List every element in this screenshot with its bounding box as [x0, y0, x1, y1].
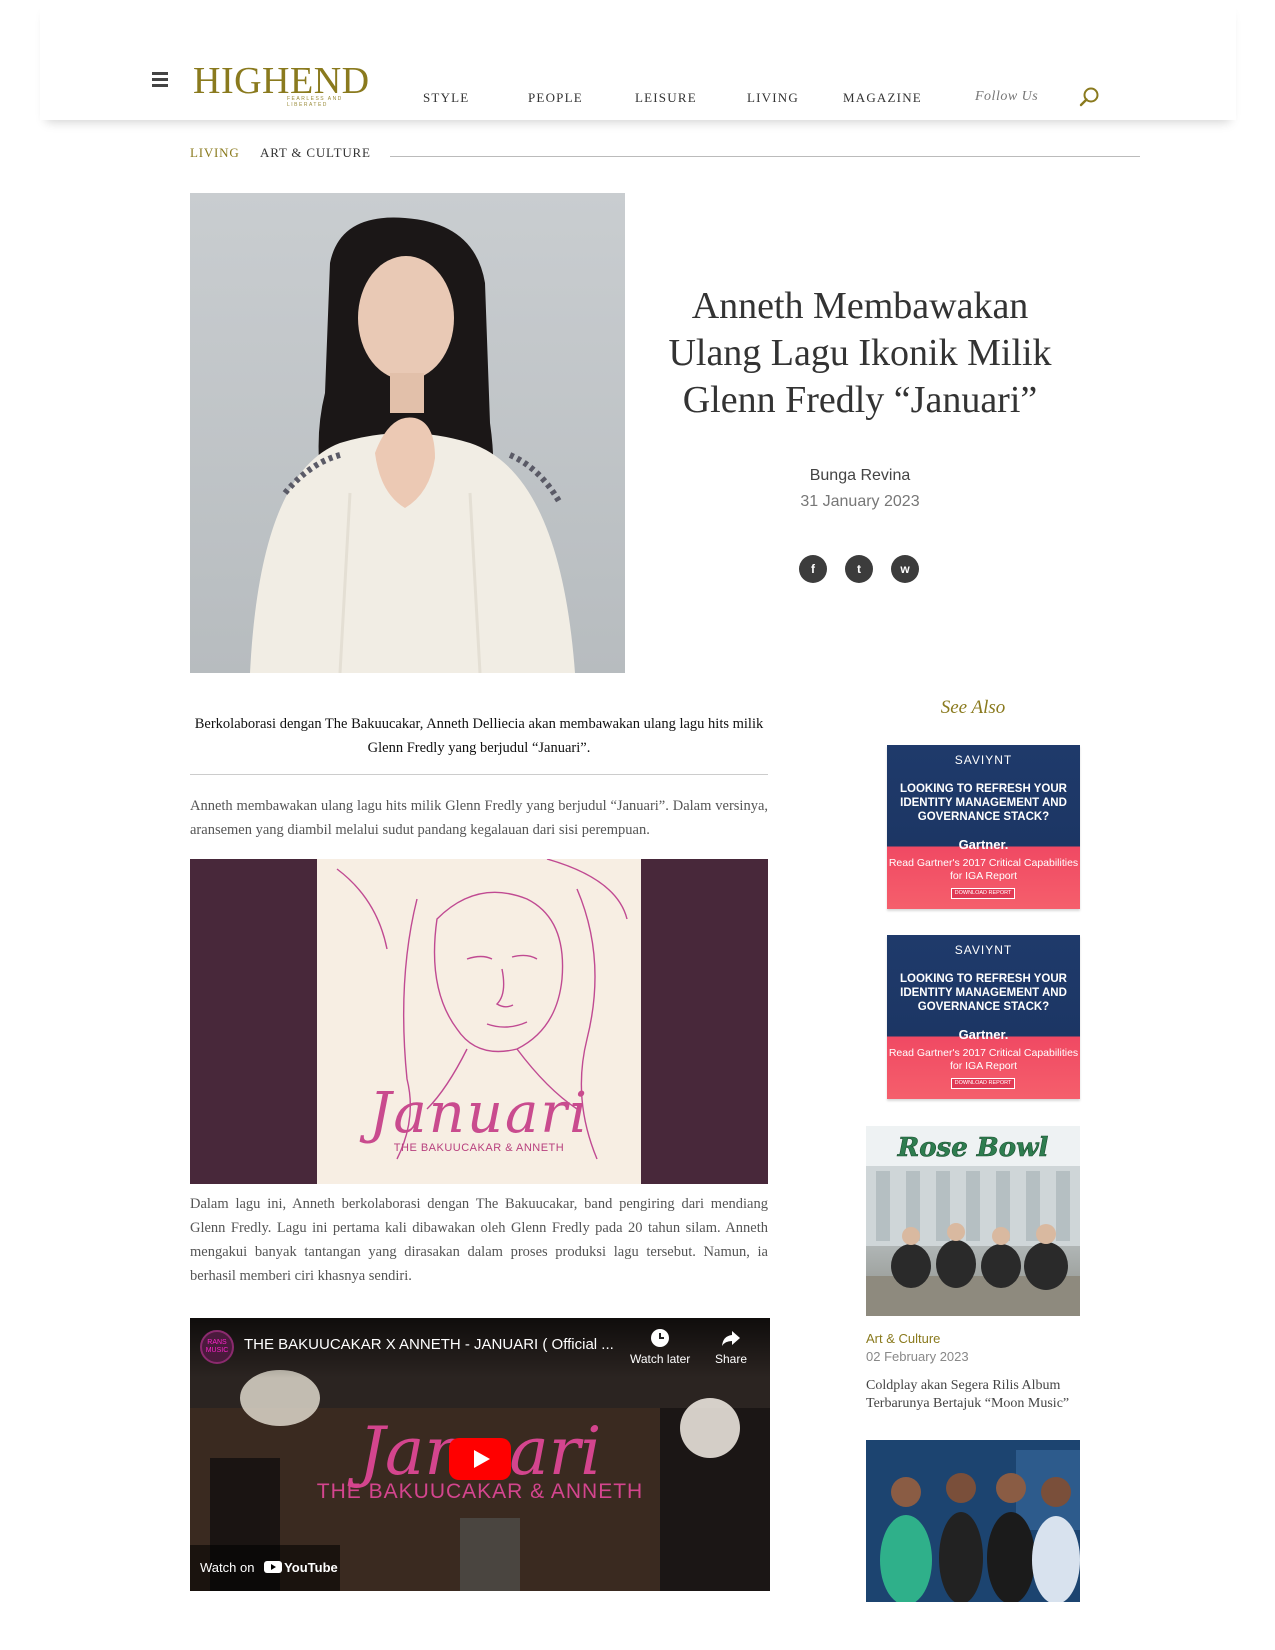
watch-later-button[interactable]: Watch later: [630, 1328, 690, 1366]
sidebar-ad-1[interactable]: SAVIYNT LOOKING TO REFRESH YOUR IDENTITY…: [887, 745, 1080, 909]
share-twitter-button[interactable]: t: [845, 555, 873, 583]
album-cover-image: Januari THE BAKUUCAKAR & ANNETH: [190, 859, 768, 1184]
article-lead: Berkolaborasi dengan The Bakuucakar, Ann…: [194, 716, 764, 756]
breadcrumb-divider: [390, 156, 1140, 157]
nav-style[interactable]: STYLE: [423, 90, 469, 106]
ad-partner: Gartner.: [958, 837, 1009, 852]
site-header: HIGHEND FEARLESS AND LIBERATED STYLE PEO…: [40, 0, 1236, 120]
share-facebook-button[interactable]: f: [799, 555, 827, 583]
related-story-image[interactable]: Rose Bowl: [866, 1126, 1080, 1316]
group-photo: [866, 1440, 1080, 1602]
hero-photo: [190, 193, 625, 673]
nav-people[interactable]: PEOPLE: [528, 90, 583, 106]
search-icon[interactable]: [1078, 86, 1100, 108]
video-share-label: Share: [715, 1352, 748, 1366]
follow-us-link[interactable]: Follow Us: [975, 89, 1038, 105]
youtube-logo: YouTube: [264, 1560, 338, 1575]
ad-text: Read Gartner's 2017 Critical Capabilitie…: [888, 857, 1079, 882]
share-whatsapp-button[interactable]: w: [891, 555, 919, 583]
sidebar-ad-2[interactable]: SAVIYNT LOOKING TO REFRESH YOUR IDENTITY…: [887, 935, 1080, 1099]
hero-portrait-illustration: [250, 217, 575, 673]
play-button[interactable]: [449, 1438, 511, 1480]
rose-bowl-sign: Rose Bowl: [897, 1133, 1049, 1163]
album-cover-artist: THE BAKUUCAKAR & ANNETH: [393, 1142, 565, 1154]
video-overlay-subtitle: THE BAKUUCAKAR & ANNETH: [316, 1480, 644, 1503]
nav-living[interactable]: LIVING: [747, 90, 799, 106]
watch-on-youtube-button[interactable]: Watch on YouTube: [190, 1545, 340, 1591]
nav-leisure[interactable]: LEISURE: [635, 90, 697, 106]
logo-wordmark: HIGHEND: [193, 60, 370, 102]
article-title: Anneth Membawakan Ulang Lagu Ikonik Mili…: [668, 285, 1052, 421]
youtube-embed[interactable]: RANS MUSIC THE BAKUUCAKAR X ANNETH - JAN…: [190, 1318, 770, 1591]
band-photo: Rose Bowl: [866, 1126, 1080, 1316]
share-arrow-icon: [722, 1331, 741, 1346]
related-story-image-2[interactable]: [866, 1440, 1080, 1602]
video-share-button[interactable]: Share: [715, 1328, 747, 1366]
ad-partner: Gartner.: [958, 1027, 1009, 1042]
channel-avatar[interactable]: RANS MUSIC: [200, 1330, 234, 1364]
youtube-wordmark: YouTube: [284, 1560, 338, 1575]
ad-text: Read Gartner's 2017 Critical Capabilitie…: [888, 1047, 1079, 1072]
watch-on-label: Watch on: [200, 1560, 255, 1575]
related-story-title[interactable]: Coldplay akan Segera Rilis Album Terbaru…: [866, 1377, 1080, 1413]
facebook-icon: f: [811, 562, 815, 576]
whatsapp-icon: w: [900, 562, 910, 576]
breadcrumb: LIVING ART & CULTURE: [190, 145, 1140, 165]
watch-later-label: Watch later: [630, 1352, 691, 1366]
article-paragraph-1: Anneth membawakan ulang lagu hits milik …: [190, 798, 768, 838]
site-logo[interactable]: HIGHEND FEARLESS AND LIBERATED: [193, 62, 373, 108]
youtube-play-icon: [264, 1561, 283, 1573]
lead-divider: [190, 774, 768, 775]
breadcrumb-living[interactable]: LIVING: [190, 145, 240, 161]
ad-headline: LOOKING TO REFRESH YOUR IDENTITY MANAGEM…: [900, 973, 1067, 1013]
ad-headline: LOOKING TO REFRESH YOUR IDENTITY MANAGEM…: [900, 783, 1067, 823]
album-cover-title: Januari: [368, 1081, 590, 1146]
ad-download-button[interactable]: DOWNLOAD REPORT: [951, 1078, 1015, 1089]
see-also-heading: See Also: [940, 697, 1006, 718]
ad-brand: SAVIYNT: [954, 753, 1013, 767]
menu-icon[interactable]: [152, 72, 168, 88]
related-story-date: 02 February 2023: [866, 1349, 969, 1364]
article-author[interactable]: Bunga Revina: [760, 467, 960, 485]
article-paragraph-2: Dalam lagu ini, Anneth berkolaborasi den…: [190, 1196, 768, 1284]
album-cover-art: Januari THE BAKUUCAKAR & ANNETH: [317, 859, 641, 1184]
ad-brand: SAVIYNT: [954, 943, 1013, 957]
breadcrumb-art-culture[interactable]: ART & CULTURE: [260, 145, 371, 161]
related-story-category[interactable]: Art & Culture: [866, 1331, 940, 1346]
article-date: 31 January 2023: [800, 493, 920, 510]
ad-download-button[interactable]: DOWNLOAD REPORT: [951, 888, 1015, 899]
nav-magazine[interactable]: MAGAZINE: [843, 90, 922, 106]
twitter-icon: t: [857, 562, 861, 576]
video-title[interactable]: THE BAKUUCAKAR X ANNETH - JANUARI ( Offi…: [244, 1336, 614, 1353]
clock-icon: [651, 1329, 670, 1347]
